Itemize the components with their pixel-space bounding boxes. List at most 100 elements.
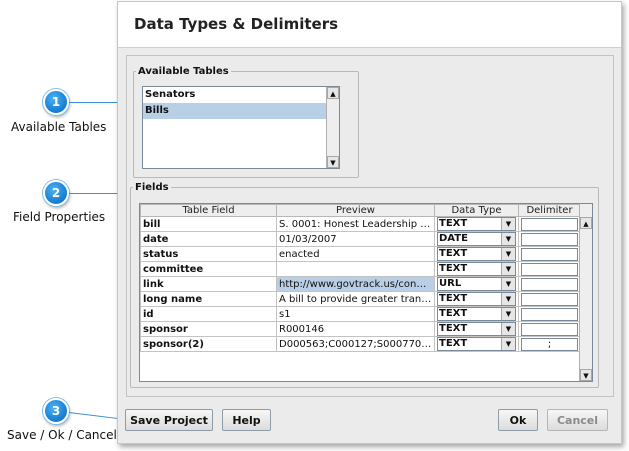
preview-cell[interactable]: http://www.govtrack.us/congres... [276, 276, 435, 292]
data-type-select[interactable]: TEXT ▼ [437, 337, 516, 351]
fields-table-scrollbar[interactable]: ▲ ▼ [579, 204, 592, 381]
scroll-down-arrow-icon[interactable]: ▼ [580, 369, 592, 381]
chevron-down-icon[interactable]: ▼ [501, 323, 515, 335]
data-type-cell: TEXT ▼ [434, 321, 519, 337]
available-tables-legend: Available Tables [138, 66, 229, 77]
preview-cell[interactable]: A bill to provide greater transpar... [276, 291, 435, 307]
data-type-cell: TEXT ▼ [434, 261, 519, 277]
table-row: id s1 TEXT ▼ [140, 306, 581, 322]
scroll-up-arrow-icon[interactable]: ▲ [327, 87, 339, 99]
data-type-value: TEXT [439, 248, 468, 259]
chevron-down-icon[interactable]: ▼ [501, 233, 515, 245]
data-type-cell: TEXT ▼ [434, 216, 519, 232]
data-type-cell: TEXT ▼ [434, 291, 519, 307]
help-button[interactable]: Help [222, 409, 271, 431]
data-type-select[interactable]: TEXT ▼ [437, 262, 516, 276]
table-field-cell[interactable]: committee [140, 261, 277, 277]
table-field-cell[interactable]: bill [140, 216, 277, 232]
delimiter-cell [518, 276, 581, 292]
available-tables-list[interactable]: Senators Bills ▲ ▼ [142, 86, 340, 169]
table-field-cell[interactable]: id [140, 306, 277, 322]
column-header[interactable]: Delimiter [518, 204, 581, 217]
data-type-select[interactable]: DATE ▼ [437, 232, 516, 246]
data-type-cell: TEXT ▼ [434, 306, 519, 322]
table-row: sponsor R000146 TEXT ▼ [140, 321, 581, 337]
data-type-value: TEXT [439, 323, 468, 334]
preview-cell[interactable] [276, 261, 435, 277]
delimiter-cell [518, 321, 581, 337]
chevron-down-icon[interactable]: ▼ [501, 293, 515, 305]
data-type-value: TEXT [439, 308, 468, 319]
delimiter-cell [518, 231, 581, 247]
data-type-cell: TEXT ▼ [434, 246, 519, 262]
callout-label-1: Available Tables [11, 120, 107, 134]
cancel-button[interactable]: Cancel [547, 409, 608, 431]
table-field-cell[interactable]: date [140, 231, 277, 247]
data-type-select[interactable]: TEXT ▼ [437, 217, 516, 231]
delimiter-input[interactable] [521, 322, 578, 336]
available-tables-scrollbar[interactable]: ▲ ▼ [326, 87, 339, 168]
data-type-select[interactable]: TEXT ▼ [437, 322, 516, 336]
table-field-cell[interactable]: sponsor(2) [140, 336, 277, 352]
table-field-cell[interactable]: long name [140, 291, 277, 307]
data-type-select[interactable]: TEXT ▼ [437, 307, 516, 321]
preview-cell[interactable]: S. 0001: Honest Leadership an... [276, 216, 435, 232]
callout-badge-2: 2 [43, 180, 69, 206]
delimiter-cell [518, 306, 581, 322]
table-row: date 01/03/2007 DATE ▼ [140, 231, 581, 247]
chevron-down-icon[interactable]: ▼ [501, 248, 515, 260]
fields-table-container: Table Field Preview Data Type Delimiter bil… [139, 203, 593, 382]
save-project-button[interactable]: Save Project [125, 409, 213, 431]
data-type-value: URL [439, 278, 462, 289]
data-type-value: TEXT [439, 293, 468, 304]
table-row: bill S. 0001: Honest Leadership an... TEXT… [140, 216, 581, 232]
table-field-cell[interactable]: status [140, 246, 277, 262]
delimiter-input[interactable] [521, 232, 578, 246]
data-type-cell: URL ▼ [434, 276, 519, 292]
data-type-value: TEXT [439, 218, 468, 229]
callout-label-3: Save / Ok / Cancel [7, 428, 117, 442]
chevron-down-icon[interactable]: ▼ [501, 338, 515, 350]
column-header[interactable]: Table Field [140, 204, 277, 217]
chevron-down-icon[interactable]: ▼ [501, 308, 515, 320]
fields-table: Table Field Preview Data Type Delimiter bil… [140, 204, 581, 352]
table-row: link http://www.govtrack.us/congres... URL… [140, 276, 581, 292]
table-row: status enacted TEXT ▼ [140, 246, 581, 262]
table-row: long name A bill to provide greater trans… [140, 291, 581, 307]
table-list-item[interactable]: Senators [143, 87, 339, 103]
delimiter-cell [518, 261, 581, 277]
delimiter-input[interactable] [521, 247, 578, 261]
data-type-select[interactable]: URL ▼ [437, 277, 516, 291]
column-header[interactable]: Data Type [434, 204, 519, 217]
data-type-select[interactable]: TEXT ▼ [437, 292, 516, 306]
preview-cell[interactable]: enacted [276, 246, 435, 262]
data-type-value: TEXT [439, 338, 468, 349]
table-field-cell[interactable]: link [140, 276, 277, 292]
delimiter-input[interactable] [521, 217, 578, 231]
chevron-down-icon[interactable]: ▼ [501, 218, 515, 230]
delimiter-cell [518, 216, 581, 232]
data-type-select[interactable]: TEXT ▼ [437, 247, 516, 261]
table-list-item[interactable]: Bills [143, 103, 339, 119]
ok-button[interactable]: Ok [498, 409, 538, 431]
preview-cell[interactable]: D000563;C000127;S000770;M... [276, 336, 435, 352]
delimiter-input[interactable]: ; [521, 337, 578, 351]
fields-legend: Fields [135, 182, 169, 193]
chevron-down-icon[interactable]: ▼ [501, 263, 515, 275]
delimiter-cell [518, 246, 581, 262]
delimiter-input[interactable] [521, 307, 578, 321]
chevron-down-icon[interactable]: ▼ [501, 278, 515, 290]
delimiter-cell: ; [518, 336, 581, 352]
table-field-cell[interactable]: sponsor [140, 321, 277, 337]
data-type-value: DATE [439, 233, 468, 244]
data-type-cell: DATE ▼ [434, 231, 519, 247]
preview-cell[interactable]: R000146 [276, 321, 435, 337]
preview-cell[interactable]: s1 [276, 306, 435, 322]
scroll-up-arrow-icon[interactable]: ▲ [580, 217, 592, 229]
delimiter-input[interactable] [521, 277, 578, 291]
column-header[interactable]: Preview [276, 204, 435, 217]
delimiter-input[interactable] [521, 262, 578, 276]
preview-cell[interactable]: 01/03/2007 [276, 231, 435, 247]
delimiter-input[interactable] [521, 292, 578, 306]
scroll-down-arrow-icon[interactable]: ▼ [327, 156, 339, 168]
